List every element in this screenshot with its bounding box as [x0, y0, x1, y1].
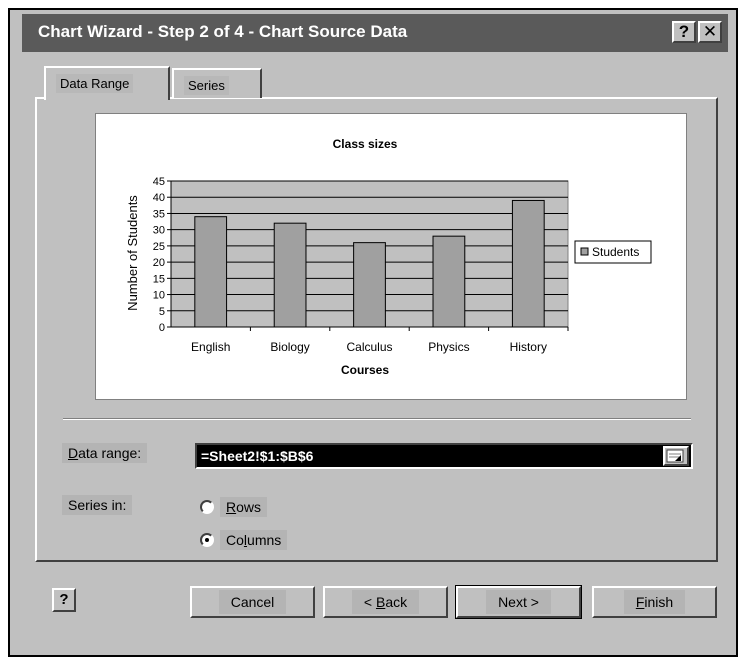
tab-series-label: Series	[184, 76, 229, 95]
title-bar: Chart Wizard - Step 2 of 4 - Chart Sourc…	[22, 14, 728, 52]
y-tick-label: 10	[153, 290, 165, 302]
data-range-label: Data range:	[62, 443, 148, 463]
back-button[interactable]: < Back	[323, 586, 448, 618]
x-tick-label: Biology	[270, 340, 309, 354]
window-title: Chart Wizard - Step 2 of 4 - Chart Sourc…	[38, 22, 408, 41]
chart-preview: Class sizes Courses Number of Students 0…	[95, 113, 687, 400]
y-tick-label: 30	[153, 225, 165, 237]
y-tick-label: 5	[159, 306, 165, 318]
x-tick-label: Calculus	[346, 340, 392, 354]
y-tick-label: 25	[153, 241, 165, 253]
bar	[194, 216, 228, 328]
bar	[432, 235, 466, 328]
data-range-value: =Sheet2!$1:$B$6	[200, 448, 368, 466]
bar	[353, 242, 386, 328]
cancel-button[interactable]: Cancel	[190, 586, 315, 618]
tab-data-range-label: Data Range	[56, 74, 134, 93]
y-tick-label: 0	[159, 322, 165, 334]
separator	[63, 418, 691, 420]
bar	[273, 222, 307, 328]
tab-series[interactable]: Series	[172, 68, 262, 98]
radio-rows[interactable]: Rows	[200, 497, 268, 517]
radio-rows-label: Rows	[220, 497, 268, 517]
help-button[interactable]: ?	[52, 588, 76, 612]
legend-swatch	[580, 247, 589, 256]
data-range-input[interactable]: =Sheet2!$1:$B$6	[195, 443, 693, 469]
series-in-label: Series in:	[62, 495, 133, 515]
help-title-button[interactable]: ?	[672, 21, 696, 43]
x-tick-label: History	[510, 340, 547, 354]
y-tick-label: 45	[153, 176, 165, 188]
radio-rows-button[interactable]	[200, 500, 214, 514]
collapse-dialog-button[interactable]	[663, 446, 689, 466]
x-tick-label: Physics	[428, 340, 469, 354]
x-tick-label: English	[191, 340, 230, 354]
finish-button[interactable]: Finish	[592, 586, 717, 618]
x-axis-title: Courses	[341, 363, 389, 377]
radio-columns-button[interactable]	[200, 533, 214, 547]
y-tick-label: 20	[153, 257, 165, 269]
bar	[511, 199, 545, 328]
radio-columns[interactable]: Columns	[200, 530, 288, 550]
close-button[interactable]: ✕	[698, 21, 722, 43]
chart-title: Class sizes	[333, 137, 398, 151]
bar-chart: Class sizes Courses Number of Students 0…	[125, 137, 652, 377]
y-axis-title: Number of Students	[125, 195, 140, 311]
next-button[interactable]: Next >	[455, 585, 582, 619]
y-tick-label: 15	[153, 273, 165, 285]
tab-data-range[interactable]: Data Range	[44, 66, 170, 100]
y-tick-label: 35	[153, 208, 165, 220]
legend-label: Students	[592, 245, 639, 259]
y-tick-label: 40	[153, 192, 165, 204]
radio-columns-label: Columns	[220, 530, 288, 550]
collapse-dialog-icon	[666, 449, 684, 463]
